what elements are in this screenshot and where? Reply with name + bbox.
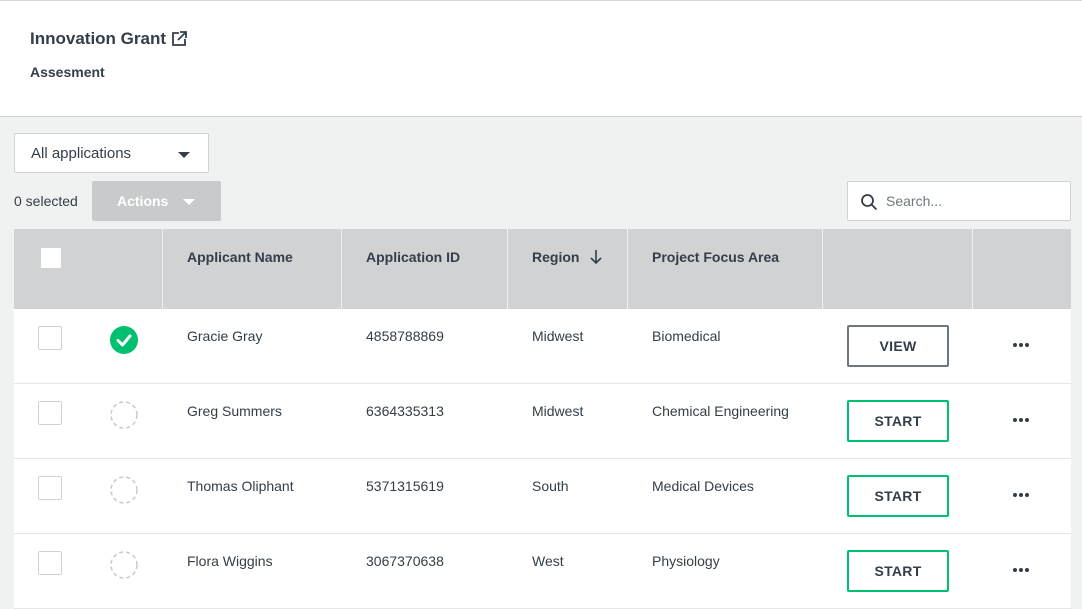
project-focus-area: Chemical Engineering [652, 403, 789, 419]
applications-table: Applicant Name Application ID Region Pro… [14, 229, 1071, 609]
application-id: 3067370638 [366, 553, 444, 569]
project-focus-area: Medical Devices [652, 478, 754, 494]
more-cell [973, 534, 1071, 609]
start-button[interactable]: START [847, 475, 949, 517]
row-select-cell [14, 459, 87, 534]
application-id-cell: 6364335313 [342, 384, 508, 459]
applications-filter-dropdown[interactable]: All applications [14, 133, 209, 173]
action-cell: START [823, 534, 973, 609]
search-box[interactable] [847, 181, 1071, 221]
caret-down-icon [183, 199, 195, 205]
table-row: Thomas Oliphant 5371315619 South Medical… [14, 459, 1071, 534]
application-id-cell: 5371315619 [342, 459, 508, 534]
more-cell [973, 309, 1071, 384]
action-cell: START [823, 384, 973, 459]
action-cell: START [823, 459, 973, 534]
start-button[interactable]: START [847, 550, 949, 592]
focus-area-cell: Physiology [628, 534, 823, 609]
action-cell: VIEW [823, 309, 973, 384]
more-horizontal-icon[interactable] [1012, 342, 1030, 348]
focus-area-cell: Biomedical [628, 309, 823, 384]
applicant-name-cell: Flora Wiggins [163, 534, 342, 609]
search-input[interactable] [886, 182, 1066, 220]
applicant-name: Greg Summers [187, 403, 282, 419]
application-id: 5371315619 [366, 478, 444, 494]
more-horizontal-icon[interactable] [1012, 567, 1030, 573]
status-cell [87, 384, 163, 459]
select-all-column [14, 229, 87, 309]
region-cell: Midwest [508, 384, 628, 459]
project-focus-area: Physiology [652, 553, 720, 569]
region-cell: Midwest [508, 309, 628, 384]
selected-count: 0 selected [14, 193, 78, 209]
status-column-header [87, 229, 163, 309]
actions-button[interactable]: Actions [92, 181, 221, 221]
external-link-icon[interactable] [170, 30, 188, 48]
application-id: 4858788869 [366, 328, 444, 344]
column-header-region-label: Region [532, 249, 580, 265]
search-icon [861, 194, 877, 210]
region-cell: South [508, 459, 628, 534]
region: Midwest [532, 328, 584, 344]
more-horizontal-icon[interactable] [1012, 492, 1030, 498]
table-row: Flora Wiggins 3067370638 West Physiology… [14, 534, 1071, 609]
column-header-region[interactable]: Region [508, 229, 628, 309]
page-header: Innovation Grant Assesment [0, 0, 1082, 117]
region-cell: West [508, 534, 628, 609]
start-button[interactable]: START [847, 400, 949, 442]
region: West [532, 553, 564, 569]
application-id: 6364335313 [366, 403, 444, 419]
row-select-cell [14, 309, 87, 384]
title-row: Innovation Grant [30, 29, 188, 49]
focus-area-cell: Chemical Engineering [628, 384, 823, 459]
table-header: Applicant Name Application ID Region Pro… [14, 229, 1071, 309]
applicant-name-cell: Thomas Oliphant [163, 459, 342, 534]
actions-button-label: Actions [117, 193, 169, 209]
application-id-cell: 4858788869 [342, 309, 508, 384]
more-cell [973, 459, 1071, 534]
column-header-applicant-name[interactable]: Applicant Name [163, 229, 342, 309]
status-cell [87, 459, 163, 534]
view-button[interactable]: VIEW [847, 325, 949, 367]
applicant-name: Flora Wiggins [187, 553, 273, 569]
more-horizontal-icon[interactable] [1012, 417, 1030, 423]
table-row: Greg Summers 6364335313 Midwest Chemical… [14, 384, 1071, 459]
check-circle-icon [110, 326, 138, 354]
project-focus-area: Biomedical [652, 328, 721, 344]
row-checkbox[interactable] [38, 326, 62, 350]
status-cell [87, 309, 163, 384]
caret-down-icon [178, 152, 190, 158]
column-header-project-focus-area[interactable]: Project Focus Area [628, 229, 823, 309]
dashed-circle-icon [110, 401, 138, 429]
table-row: Gracie Gray 4858788869 Midwest Biomedica… [14, 309, 1071, 384]
row-checkbox[interactable] [38, 401, 62, 425]
dashed-circle-icon [110, 551, 138, 579]
row-select-cell [14, 534, 87, 609]
row-checkbox[interactable] [38, 551, 62, 575]
applicant-name-cell: Greg Summers [163, 384, 342, 459]
action-column-header [823, 229, 973, 309]
region: Midwest [532, 403, 584, 419]
focus-area-cell: Medical Devices [628, 459, 823, 534]
more-column-header [973, 229, 1071, 309]
applicant-name-cell: Gracie Gray [163, 309, 342, 384]
arrow-down-icon [590, 250, 602, 265]
dashed-circle-icon [110, 476, 138, 504]
filter-selected-value: All applications [31, 144, 132, 162]
application-id-cell: 3067370638 [342, 534, 508, 609]
region: South [532, 478, 569, 494]
page-title[interactable]: Innovation Grant [30, 29, 166, 49]
applicant-name: Thomas Oliphant [187, 478, 294, 494]
more-cell [973, 384, 1071, 459]
row-select-cell [14, 384, 87, 459]
status-cell [87, 534, 163, 609]
select-all-checkbox[interactable] [40, 247, 62, 269]
page-subtitle: Assesment [30, 64, 105, 80]
applicant-name: Gracie Gray [187, 328, 263, 344]
row-checkbox[interactable] [38, 476, 62, 500]
column-header-application-id[interactable]: Application ID [342, 229, 508, 309]
